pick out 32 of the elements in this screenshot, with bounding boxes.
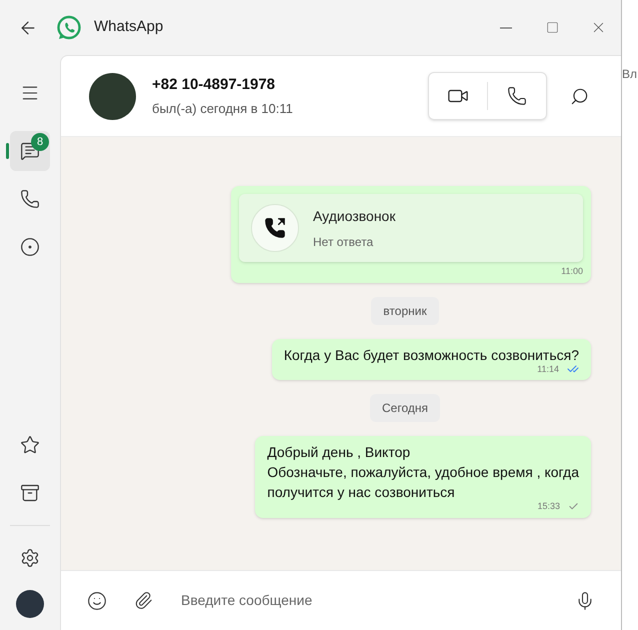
smiley-icon [87, 590, 107, 610]
call-card[interactable]: Аудиозвонок Нет ответа [239, 194, 583, 262]
message-time: 15:33 [537, 500, 560, 513]
active-indicator [6, 143, 9, 159]
background-window-text: Вл [622, 67, 638, 81]
unread-count-badge: 8 [31, 133, 49, 151]
contact-avatar [89, 72, 136, 120]
minimize-icon [500, 26, 512, 28]
archive-box-icon [20, 483, 40, 503]
message-text: Когда у Вас будет возможность созвониться? [284, 346, 579, 364]
phone-icon [507, 86, 527, 106]
message-time: 11:14 [537, 362, 559, 376]
phone-icon [20, 189, 40, 209]
message-time: 11:00 [561, 265, 583, 278]
gear-icon [20, 548, 40, 568]
search-icon [570, 86, 588, 106]
message-text: Добрый день , Виктор [267, 443, 412, 462]
star-icon [20, 435, 40, 455]
paperclip-icon [134, 591, 152, 610]
outgoing-call-icon [264, 217, 286, 239]
last-seen: был(-а) сегодня в 10:11 [152, 100, 293, 118]
ring-icon [20, 237, 40, 257]
message-text: Обозначьте, пожалуйста, удобное время , когда [267, 463, 579, 482]
message-text: получится у нас созвониться [267, 483, 456, 502]
app-logo-icon [56, 14, 82, 40]
call-status: Нет ответа [313, 234, 374, 250]
profile-avatar[interactable] [16, 590, 44, 618]
window-title: WhatsApp [94, 17, 164, 38]
contact-name: +82 10-4897-1978 [152, 74, 276, 94]
message-input[interactable]: Введите сообщение [181, 590, 553, 611]
maximize-icon [546, 21, 558, 34]
call-title: Аудиозвонок [313, 206, 396, 226]
